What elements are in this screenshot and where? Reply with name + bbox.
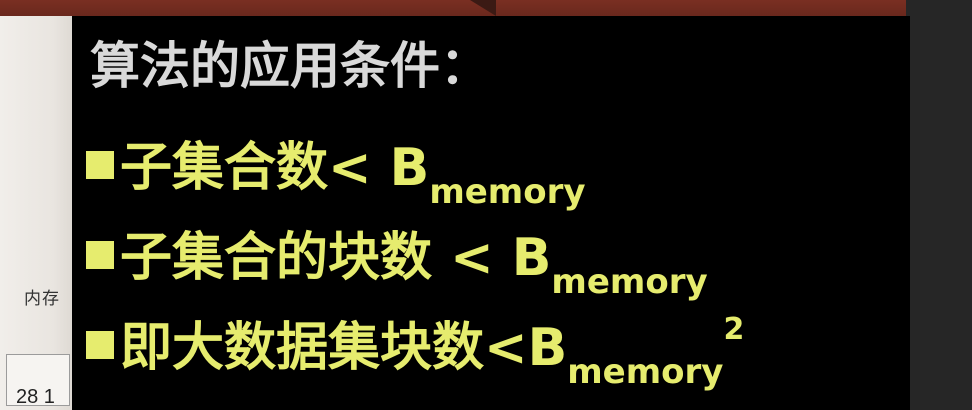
condition-subscript: memory [551,262,708,302]
background-paper-document: 内存 28 1 [0,16,76,410]
paper-label: 内存 [24,289,60,309]
condition-item-3: 即大数据集块数<Bmemory 2 [86,315,744,389]
paper-number: 28 1 [16,386,55,408]
condition-item-1: 子集合数< Bmemory [86,136,586,209]
top-banner-strip [0,0,910,16]
square-bullet-icon [86,151,114,179]
video-frame: 内存 28 1 算法的应用条件： 子集合数< Bmemory 子集合的块数 < … [0,0,972,410]
square-bullet-icon [86,241,114,269]
slide-title: 算法的应用条件： [90,37,490,95]
slide-panel: 算法的应用条件： 子集合数< Bmemory 子集合的块数 < Bmemory … [72,16,910,410]
square-bullet-icon [86,331,114,359]
right-dark-bar [906,0,972,410]
condition-text: 子集合的块数 < B [120,228,552,288]
condition-item-2: 子集合的块数 < Bmemory [86,226,708,299]
condition-text: 子集合数< B [120,138,430,198]
condition-subscript: memory [567,352,724,392]
condition-subscript: memory [429,172,586,212]
condition-text: 即大数据集块数<B [120,318,568,378]
condition-superscript: 2 [723,312,745,347]
